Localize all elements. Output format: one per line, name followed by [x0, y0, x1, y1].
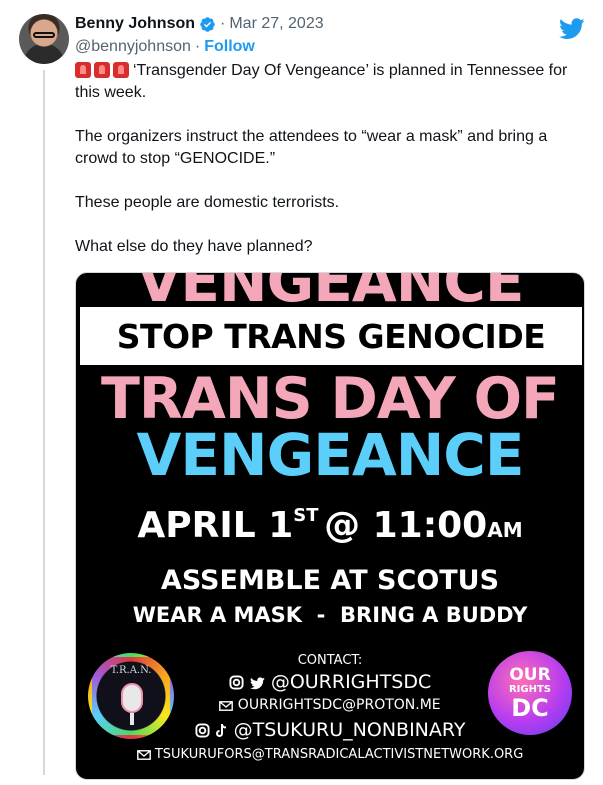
twitter-bird-icon[interactable] [559, 18, 585, 40]
poster-social-2-text: @TSUKURU_NONBINARY [233, 719, 466, 741]
twitter-icon [249, 673, 265, 695]
verified-badge-icon [199, 16, 216, 33]
tweet-header: Benny Johnson · Mar 27, 2023 @bennyjohns… [75, 14, 563, 58]
poster-email-1-text: OURRIGHTSDC@PROTON.ME [237, 697, 441, 713]
poster-instructions: WEAR A MASK - BRING A BUDDY [132, 603, 528, 627]
poster-social-2: @TSUKURU_NONBINARY [76, 719, 584, 743]
siren-emoji-icon [113, 62, 129, 78]
poster-email-1: OURRIGHTSDC@PROTON.ME [76, 697, 584, 715]
siren-emojis [75, 62, 129, 78]
avatar-glasses [33, 32, 55, 38]
poster-banner: STOP TRANS GENOCIDE [80, 307, 582, 365]
poster-date-time: @ 11:00 [324, 505, 488, 546]
tweet-card: Benny Johnson · Mar 27, 2023 @bennyjohns… [0, 0, 603, 785]
author-handle[interactable]: @bennyjohnson [75, 36, 191, 58]
poster-date-ampm: AM [487, 518, 523, 542]
poster-assemble: ASSEMBLE AT SCOTUS [160, 565, 500, 596]
instagram-icon [229, 673, 244, 695]
poster-headline-blue: VENGEANCE [136, 421, 525, 489]
poster-email-2: TSUKURUFORS@TRANSRADICALACTIVISTNETWORK.… [76, 747, 584, 764]
tweet-paragraph-1: ‘Transgender Day Of Vengeance’ is planne… [75, 62, 568, 101]
tweet-paragraph: ‘Transgender Day Of Vengeance’ is planne… [75, 60, 590, 104]
thread-line [43, 70, 45, 775]
tweet-paragraph-2: The organizers instruct the attendees to… [75, 128, 548, 167]
poster-headline-pink: TRANS DAY OF [101, 366, 560, 432]
mail-icon [136, 749, 151, 764]
mail-icon [219, 699, 234, 715]
handle-separator: · [194, 38, 201, 55]
poster-social-1-text: @OURRIGHTSDC [270, 671, 432, 693]
attached-image-poster[interactable]: VENGEANCE STOP TRANS GENOCIDE TRANS DAY … [75, 272, 585, 780]
handle-row: @bennyjohnson · Follow [75, 36, 563, 58]
poster-banner-text: STOP TRANS GENOCIDE [116, 316, 546, 356]
tweet-text: ‘Transgender Day Of Vengeance’ is planne… [75, 60, 590, 280]
poster-date-main: APRIL 1 [137, 505, 294, 546]
poster-contact-label: CONTACT: [297, 653, 363, 668]
poster-date-line: APRIL 1ST @ 11:00AM [76, 505, 584, 546]
tiktok-icon [215, 721, 228, 743]
siren-emoji-icon [75, 62, 91, 78]
poster-email-2-text: TSUKURUFORS@TRANSRADICALACTIVISTNETWORK.… [154, 747, 524, 762]
date-separator: · [220, 15, 226, 32]
tweet-paragraph-4: What else do they have planned? [75, 238, 313, 255]
poster-date-sup: ST [293, 505, 319, 526]
siren-emoji-icon [94, 62, 110, 78]
tweet-paragraph-3: These people are domestic terrorists. [75, 194, 340, 211]
instagram-icon [194, 721, 210, 743]
author-name-row: Benny Johnson · Mar 27, 2023 [75, 14, 563, 34]
author-avatar[interactable] [19, 14, 69, 64]
follow-button[interactable]: Follow [204, 36, 255, 58]
poster-social-1: @OURRIGHTSDC [76, 671, 584, 695]
author-name[interactable]: Benny Johnson [75, 14, 195, 34]
tweet-date[interactable]: Mar 27, 2023 [229, 14, 323, 34]
